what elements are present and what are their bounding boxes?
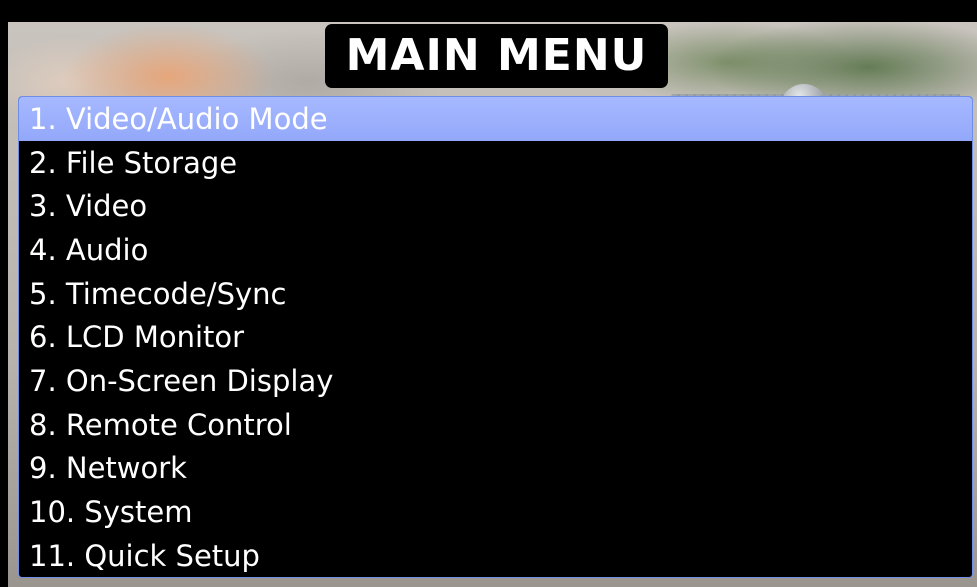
menu-item-label: 10. System — [29, 495, 193, 530]
menu-item-label: 9. Network — [29, 451, 187, 486]
menu-item-on-screen-display[interactable]: 7. On-Screen Display — [19, 359, 972, 403]
menu-item-label: 6. LCD Monitor — [29, 320, 245, 355]
menu-item-label: 3. Video — [29, 189, 148, 224]
menu-item-video[interactable]: 3. Video — [19, 184, 972, 228]
menu-item-lcd-monitor[interactable]: 6. LCD Monitor — [19, 315, 972, 359]
menu-item-label: 11. Quick Setup — [29, 538, 260, 573]
menu-item-label: 5. Timecode/Sync — [29, 276, 287, 311]
menu-item-label: 4. Audio — [29, 232, 149, 267]
menu-item-remote-control[interactable]: 8. Remote Control — [19, 403, 972, 447]
camera-screen: MAIN MENU 1. Video/Audio Mode 2. File St… — [0, 0, 977, 587]
menu-title-box: MAIN MENU — [325, 24, 668, 88]
menu-item-label: 2. File Storage — [29, 145, 238, 180]
menu-item-network[interactable]: 9. Network — [19, 447, 972, 491]
menu-item-label: 8. Remote Control — [29, 407, 292, 442]
menu-item-file-storage[interactable]: 2. File Storage — [19, 141, 972, 185]
menu-item-label: 1. Video/Audio Mode — [29, 101, 328, 136]
menu-title: MAIN MENU — [345, 30, 648, 81]
menu-item-video-audio-mode[interactable]: 1. Video/Audio Mode — [19, 97, 972, 141]
menu-item-timecode-sync[interactable]: 5. Timecode/Sync — [19, 272, 972, 316]
menu-item-system[interactable]: 10. System — [19, 490, 972, 534]
menu-item-quick-setup[interactable]: 11. Quick Setup — [19, 534, 972, 577]
menu-item-audio[interactable]: 4. Audio — [19, 228, 972, 272]
menu-item-label: 7. On-Screen Display — [29, 363, 334, 398]
main-menu-list: 1. Video/Audio Mode 2. File Storage 3. V… — [18, 96, 973, 578]
